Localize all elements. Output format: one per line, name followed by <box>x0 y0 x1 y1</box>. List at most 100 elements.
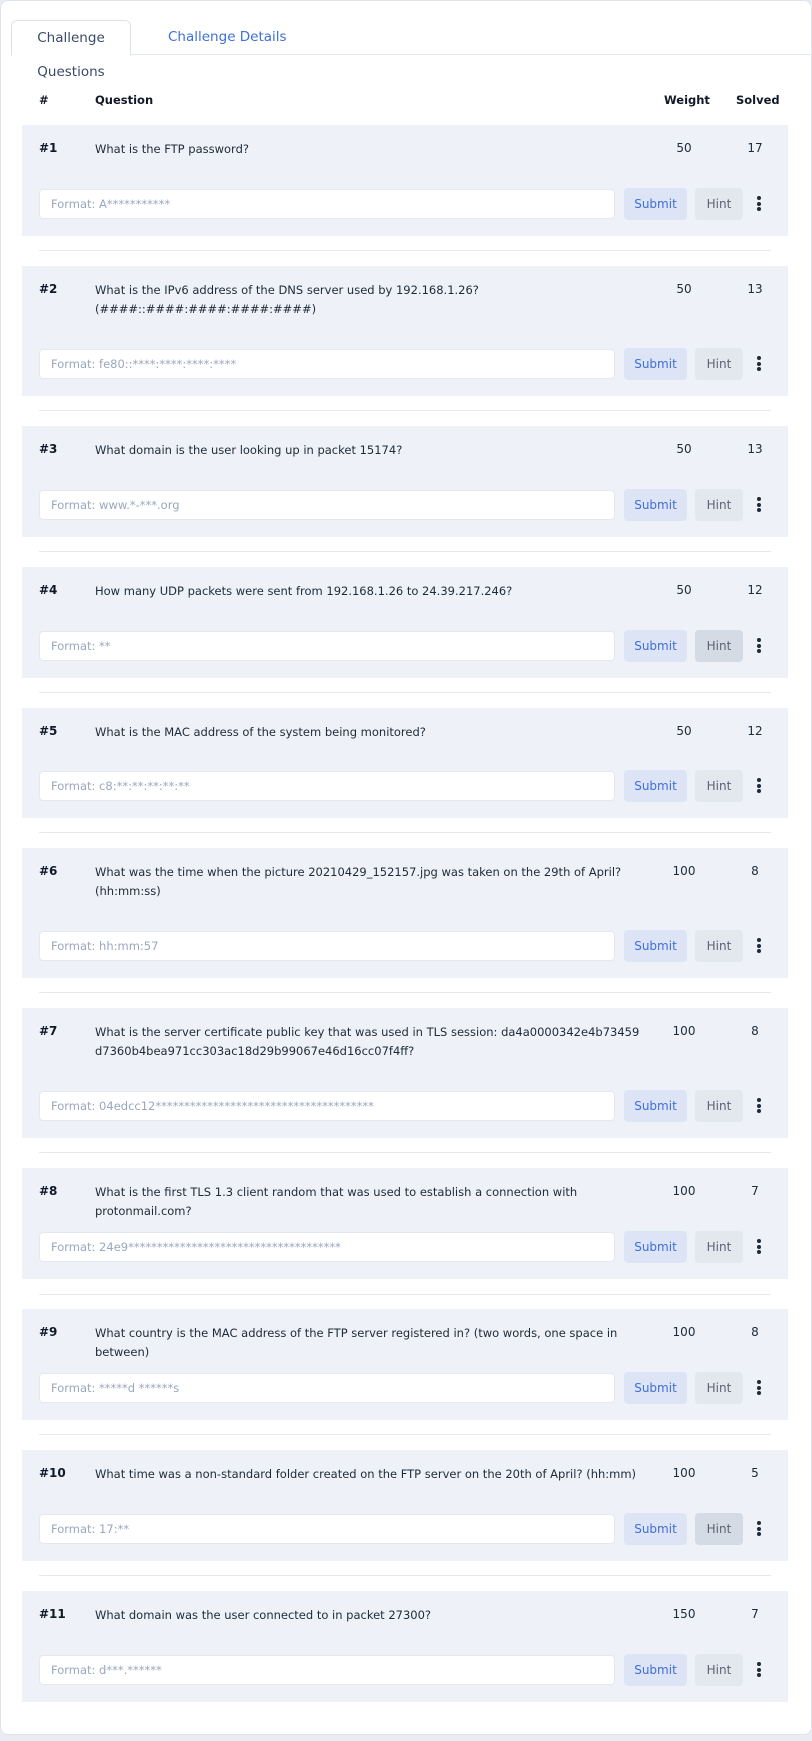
hint-button[interactable]: Hint <box>695 930 743 962</box>
row-divider <box>39 832 771 833</box>
question-row-7: #7 What is the server certificate public… <box>22 1008 788 1138</box>
row-divider <box>39 250 771 251</box>
question-number: #9 <box>39 1325 58 1339</box>
tab-challenge-questions[interactable]: Challenge Questions <box>11 20 131 80</box>
question-row-3: #3 What domain is the user looking up in… <box>22 426 788 537</box>
table-header: # Question Weight Solved <box>22 89 788 113</box>
question-solved: 7 <box>751 1607 759 1621</box>
question-weight: 100 <box>672 864 696 878</box>
more-options-icon[interactable] <box>752 194 766 214</box>
more-options-icon[interactable] <box>752 1237 766 1257</box>
question-weight: 100 <box>672 1184 696 1198</box>
question-weight: 50 <box>676 442 692 456</box>
row-divider <box>39 410 771 411</box>
question-row-11: #11 What domain was the user connected t… <box>22 1591 788 1702</box>
submit-button[interactable]: Submit <box>624 630 687 662</box>
hint-button[interactable]: Hint <box>695 1372 743 1404</box>
submit-button[interactable]: Submit <box>624 1090 687 1122</box>
question-number: #8 <box>39 1184 58 1198</box>
question-weight: 150 <box>672 1607 696 1621</box>
question-row-4: #4 How many UDP packets were sent from 1… <box>22 567 788 678</box>
hint-button[interactable]: Hint <box>695 630 743 662</box>
submit-button[interactable]: Submit <box>624 930 687 962</box>
question-text: What domain is the user looking up in pa… <box>95 443 403 457</box>
question-number: #11 <box>39 1607 66 1621</box>
question-weight: 100 <box>672 1325 696 1339</box>
question-number: #7 <box>39 1024 58 1038</box>
submit-button[interactable]: Submit <box>624 1372 687 1404</box>
more-options-icon[interactable] <box>752 495 766 515</box>
answer-input[interactable] <box>39 1232 615 1262</box>
row-divider <box>39 1152 771 1153</box>
tab-challenge-details[interactable]: Challenge Details <box>156 20 299 54</box>
question-solved: 13 <box>747 442 763 456</box>
question-solved: 5 <box>751 1466 759 1480</box>
question-row-2: #2 What is the IPv6 address of the DNS s… <box>22 266 788 396</box>
submit-button[interactable]: Submit <box>624 1231 687 1263</box>
question-number: #3 <box>39 442 58 456</box>
row-divider <box>39 1294 771 1295</box>
question-weight: 50 <box>676 141 692 155</box>
row-divider <box>39 551 771 552</box>
hint-button[interactable]: Hint <box>695 1513 743 1545</box>
challenge-card: Challenge Questions Challenge Details # … <box>0 0 812 1735</box>
answer-input[interactable] <box>39 771 615 801</box>
hint-button[interactable]: Hint <box>695 188 743 220</box>
more-options-icon[interactable] <box>752 636 766 656</box>
answer-input[interactable] <box>39 349 615 379</box>
question-number: #10 <box>39 1466 66 1480</box>
question-text: What is the IPv6 address of the DNS serv… <box>95 283 479 316</box>
row-divider <box>39 992 771 993</box>
answer-input[interactable] <box>39 1091 615 1121</box>
question-text: What is the first TLS 1.3 client random … <box>95 1185 578 1218</box>
submit-button[interactable]: Submit <box>624 348 687 380</box>
question-solved: 8 <box>751 864 759 878</box>
question-row-8: #8 What is the first TLS 1.3 client rand… <box>22 1168 788 1279</box>
answer-input[interactable] <box>39 490 615 520</box>
question-text: What is the FTP password? <box>95 142 249 156</box>
submit-button[interactable]: Submit <box>624 770 687 802</box>
more-options-icon[interactable] <box>752 354 766 374</box>
question-weight: 50 <box>676 282 692 296</box>
header-question: Question <box>95 93 154 107</box>
more-options-icon[interactable] <box>752 1660 766 1680</box>
answer-input[interactable] <box>39 1514 615 1544</box>
submit-button[interactable]: Submit <box>624 489 687 521</box>
answer-input[interactable] <box>39 189 615 219</box>
answer-input[interactable] <box>39 931 615 961</box>
question-row-1: #1 What is the FTP password? 50 17 Submi… <box>22 125 788 236</box>
more-options-icon[interactable] <box>752 1519 766 1539</box>
submit-button[interactable]: Submit <box>624 1654 687 1686</box>
answer-input[interactable] <box>39 631 615 661</box>
hint-button[interactable]: Hint <box>695 489 743 521</box>
header-num: # <box>39 93 49 107</box>
hint-button[interactable]: Hint <box>695 348 743 380</box>
question-weight: 50 <box>676 583 692 597</box>
more-options-icon[interactable] <box>752 1378 766 1398</box>
submit-button[interactable]: Submit <box>624 188 687 220</box>
answer-input[interactable] <box>39 1373 615 1403</box>
hint-button[interactable]: Hint <box>695 1090 743 1122</box>
question-solved: 13 <box>747 282 763 296</box>
more-options-icon[interactable] <box>752 936 766 956</box>
question-number: #6 <box>39 864 58 878</box>
question-text: What domain was the user connected to in… <box>95 1608 432 1622</box>
question-text: What is the MAC address of the system be… <box>95 725 426 739</box>
row-divider <box>39 692 771 693</box>
question-weight: 100 <box>672 1024 696 1038</box>
question-solved: 7 <box>751 1184 759 1198</box>
question-text: What was the time when the picture 20210… <box>95 865 622 898</box>
submit-button[interactable]: Submit <box>624 1513 687 1545</box>
question-text: What country is the MAC address of the F… <box>95 1326 618 1359</box>
hint-button[interactable]: Hint <box>695 1231 743 1263</box>
hint-button[interactable]: Hint <box>695 1654 743 1686</box>
question-row-6: #6 What was the time when the picture 20… <box>22 848 788 978</box>
question-row-10: #10 What time was a non-standard folder … <box>22 1450 788 1561</box>
row-divider <box>39 1575 771 1576</box>
answer-input[interactable] <box>39 1655 615 1685</box>
question-number: #2 <box>39 282 58 296</box>
question-row-9: #9 What country is the MAC address of th… <box>22 1309 788 1420</box>
more-options-icon[interactable] <box>752 776 766 796</box>
more-options-icon[interactable] <box>752 1096 766 1116</box>
hint-button[interactable]: Hint <box>695 770 743 802</box>
